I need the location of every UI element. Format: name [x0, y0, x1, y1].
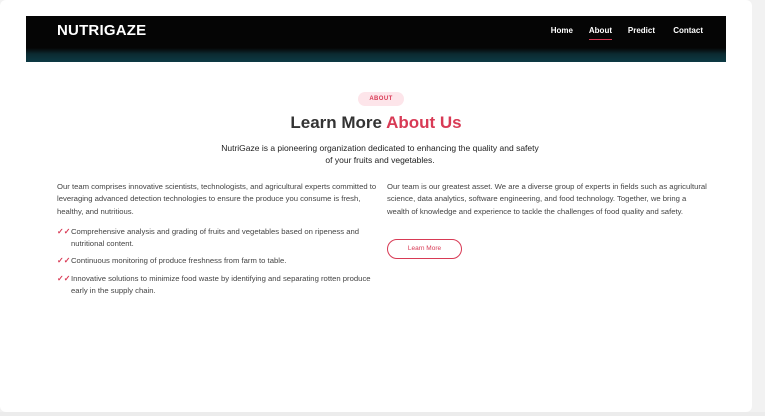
double-check-icon: ✓✓	[57, 273, 71, 283]
brand-logo[interactable]: NUTRIGAZE	[57, 22, 146, 39]
double-check-icon: ✓✓	[57, 256, 71, 266]
feature-text: Innovative solutions to minimize food wa…	[71, 273, 371, 296]
site-header: NUTRIGAZE Home About Predict Contact	[26, 16, 726, 62]
nav-home[interactable]: Home	[551, 26, 573, 35]
feature-item: ✓✓ Continuous monitoring of produce fres…	[57, 255, 377, 267]
page-margin	[752, 0, 765, 412]
about-right-column: Our team is our greatest asset. We are a…	[387, 181, 707, 218]
about-left-column: Our team comprises innovative scientists…	[57, 181, 377, 302]
nav-predict[interactable]: Predict	[628, 26, 655, 35]
right-paragraph: Our team is our greatest asset. We are a…	[387, 182, 707, 216]
feature-text: Comprehensive analysis and grading of fr…	[71, 226, 360, 249]
nav-contact[interactable]: Contact	[673, 26, 703, 35]
heading-prefix: Learn More	[290, 113, 387, 132]
feature-item: ✓✓ Comprehensive analysis and grading of…	[57, 226, 377, 251]
heading-accent: About Us	[386, 113, 462, 132]
lead-text: NutriGaze is a pioneering organization d…	[221, 143, 539, 165]
page-footer-strip	[0, 412, 765, 416]
section-badge: ABOUT	[358, 92, 404, 106]
double-check-icon: ✓✓	[57, 226, 71, 236]
feature-list: ✓✓ Comprehensive analysis and grading of…	[57, 226, 377, 297]
section-heading: Learn More About Us	[0, 113, 752, 133]
learn-more-button[interactable]: Learn More	[387, 239, 462, 259]
browser-viewport: NUTRIGAZE Home About Predict Contact ABO…	[0, 0, 752, 412]
feature-item: ✓✓ Innovative solutions to minimize food…	[57, 273, 377, 298]
nav-about[interactable]: About	[588, 26, 613, 40]
left-paragraph: Our team comprises innovative scientists…	[57, 182, 377, 216]
feature-text: Continuous monitoring of produce freshne…	[71, 256, 287, 266]
